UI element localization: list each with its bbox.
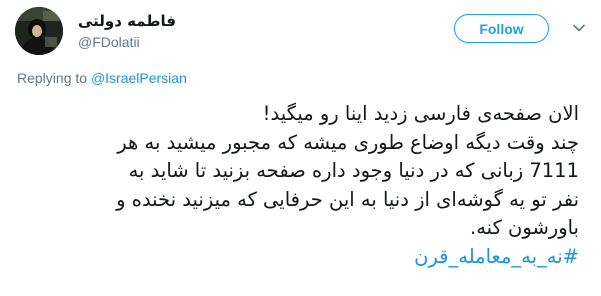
- avatar[interactable]: [15, 7, 63, 55]
- tweet-line: 7111 زبانی که در دنیا وجود داره صفحه بزن…: [128, 159, 579, 182]
- tweet-header: فاطمه دولتی @FDolatii Follow: [0, 0, 601, 66]
- author-display-name[interactable]: فاطمه دولتی: [78, 11, 176, 31]
- tweet-line: چند وقت دیگه اوضاع طوری میشه که مجبور می…: [117, 130, 579, 154]
- tweet-line: نفر تو یه گوشه‌ای از دنیا به این حرفایی …: [116, 187, 579, 211]
- chevron-down-icon: [573, 24, 585, 32]
- author-handle[interactable]: @FDolatii: [78, 33, 176, 51]
- tweet-text: الان صفحه‌ی فارسی زدید اینا رو میگید! چن…: [14, 100, 579, 271]
- follow-button[interactable]: Follow: [454, 14, 549, 43]
- author-names: فاطمه دولتی @FDolatii: [78, 11, 176, 51]
- more-options-button[interactable]: [571, 20, 587, 36]
- tweet-line: الان صفحه‌ی فارسی زدید اینا رو میگید!: [262, 102, 579, 125]
- tweet-line: باورشون کنه.: [470, 216, 579, 239]
- hashtag-link[interactable]: #نه_به_معامله_قرن: [14, 243, 579, 272]
- reply-context-prefix: Replying to: [17, 70, 91, 86]
- reply-mention-link[interactable]: @IsraelPersian: [91, 70, 187, 86]
- avatar-image: [15, 7, 63, 55]
- reply-context: Replying to @IsraelPersian: [17, 70, 187, 86]
